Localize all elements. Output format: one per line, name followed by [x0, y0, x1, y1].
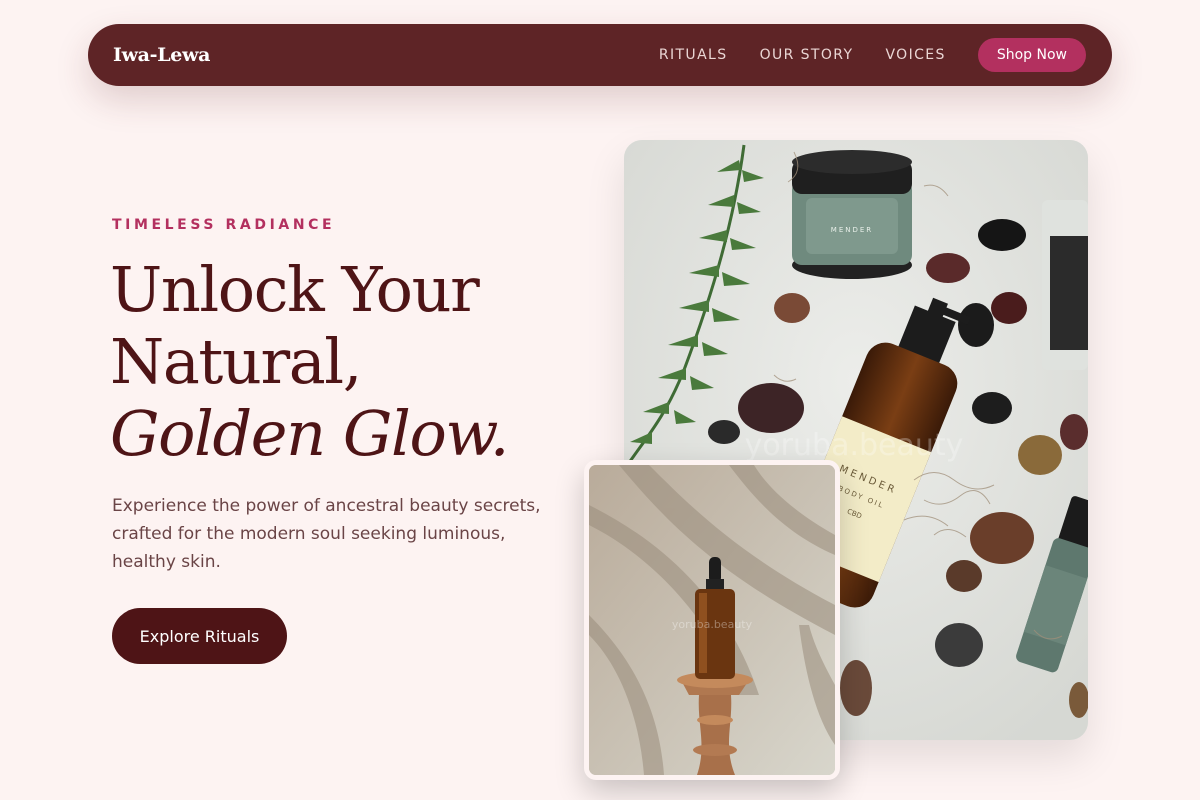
svg-text:MENDER: MENDER [831, 226, 873, 234]
nav-links: RITUALS OUR STORY VOICES Shop Now [659, 38, 1086, 72]
dropper-bottle-illustration: yoruba.beauty [589, 465, 835, 775]
main-watermark: yoruba.beauty [745, 428, 964, 463]
nav-link-rituals[interactable]: RITUALS [659, 47, 728, 63]
headline-line-2: Natural, [110, 325, 362, 398]
hero-headline: Unlock Your Natural, Golden Glow. [110, 254, 590, 470]
explore-rituals-button[interactable]: Explore Rituals [112, 608, 287, 664]
nav-link-our-story[interactable]: OUR STORY [760, 47, 854, 63]
small-watermark: yoruba.beauty [672, 618, 753, 631]
hero-subtext: Experience the power of ancestral beauty… [112, 496, 541, 572]
headline-line-3: Golden Glow. [110, 397, 509, 470]
hero-eyebrow: TIMELESS RADIANCE [112, 217, 336, 233]
balm-jar: MENDER [792, 150, 912, 279]
shop-now-button[interactable]: Shop Now [977, 38, 1086, 72]
brand-logo[interactable]: Iwa-Lewa [113, 44, 210, 66]
top-navbar: Iwa-Lewa RITUALS OUR STORY VOICES Shop N… [88, 24, 1112, 86]
nav-link-voices[interactable]: VOICES [885, 47, 945, 63]
inset-dropper-image: yoruba.beauty [584, 460, 840, 780]
headline-line-1: Unlock Your [110, 253, 480, 326]
dark-bottle [1042, 200, 1088, 370]
